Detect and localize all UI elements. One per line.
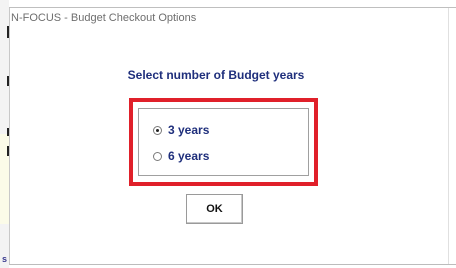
years-option-group xyxy=(138,108,309,176)
radio-label: 3 years xyxy=(168,123,210,137)
ok-button[interactable]: OK xyxy=(186,194,243,224)
prompt-label: Select number of Budget years xyxy=(0,68,456,82)
background-text: s xyxy=(2,254,8,264)
dialog-border xyxy=(9,7,456,8)
prompt-text: Select number of Budget years xyxy=(127,68,305,82)
radio-button-unchecked-icon[interactable] xyxy=(153,151,162,161)
screen: s N-FOCUS - Budget Checkout Options Sele… xyxy=(0,0,456,268)
dialog-title: N-FOCUS - Budget Checkout Options xyxy=(11,12,197,24)
dialog-bottom-border xyxy=(9,264,456,265)
radio-label: 6 years xyxy=(168,149,210,163)
radio-option-3-years[interactable]: 3 years xyxy=(153,123,209,137)
radio-option-6-years[interactable]: 6 years xyxy=(153,149,209,163)
radio-button-checked-icon[interactable] xyxy=(153,125,162,135)
